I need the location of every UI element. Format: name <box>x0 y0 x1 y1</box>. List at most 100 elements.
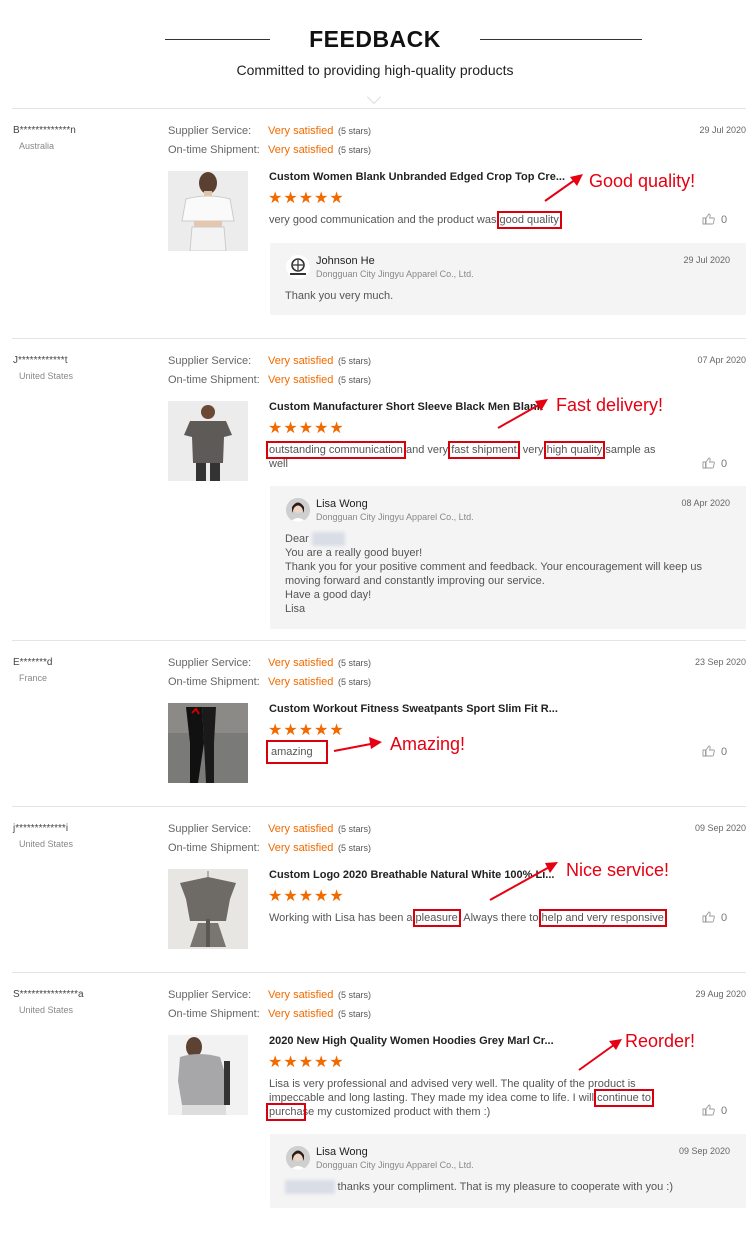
review-item: j*************i United States Supplier S… <box>0 823 750 963</box>
shipment-stars: (5 stars) <box>338 1009 372 1019</box>
buyer-country: France <box>19 673 48 683</box>
shipment-label: On-time Shipment: <box>168 1008 260 1020</box>
shipment-label: On-time Shipment: <box>168 374 260 386</box>
annotation-arrow <box>489 862 558 901</box>
reply-text: Thank you very much. <box>285 290 394 302</box>
like-count: 0 <box>721 912 728 924</box>
like-count: 0 <box>721 458 728 470</box>
reply-text: Dear xxxxxx You are a really good buyer!… <box>285 532 703 615</box>
like-button[interactable]: 0 <box>702 911 727 924</box>
supplier-service-rating: Very satisfied <box>268 125 334 137</box>
supplier-service-label: Supplier Service: <box>168 657 252 669</box>
seller-reply: Johnson He Dongguan City Jingyu Apparel … <box>270 243 746 315</box>
rating-stars: ★★★★★ <box>268 888 345 905</box>
review-comment: outstanding communication and very fast … <box>266 441 656 470</box>
buyer-country: United States <box>19 1005 74 1015</box>
like-button[interactable]: 0 <box>702 1104 727 1117</box>
thumbs-up-icon <box>702 213 715 225</box>
annotation-arrow <box>333 737 382 752</box>
review-date: 09 Sep 2020 <box>694 823 746 833</box>
like-button[interactable]: 0 <box>702 745 727 758</box>
review-date: 29 Aug 2020 <box>695 989 746 999</box>
buyer-name: J************t <box>13 355 68 366</box>
thumbs-up-icon <box>702 457 715 469</box>
review-date: 07 Apr 2020 <box>697 355 746 365</box>
reply-author: Johnson He <box>316 255 375 267</box>
redacted-name: xxxxxx <box>311 532 345 546</box>
shipment-stars: (5 stars) <box>338 375 372 385</box>
divider <box>12 640 746 641</box>
product-title-link[interactable]: Custom Workout Fitness Sweatpants Sport … <box>269 703 558 715</box>
highlight-box: help and very responsive <box>538 909 667 927</box>
reply-company: Dongguan City Jingyu Apparel Co., Ltd. <box>316 512 474 522</box>
highlight-box: high quality <box>543 441 606 459</box>
supplier-service-stars: (5 stars) <box>338 990 372 1000</box>
reply-author: Lisa Wong <box>316 498 368 510</box>
divider <box>12 108 746 109</box>
buyer-name: E*******d <box>13 657 53 668</box>
shipment-label: On-time Shipment: <box>168 676 260 688</box>
supplier-service-rating: Very satisfied <box>268 823 334 835</box>
feedback-header: FEEDBACK Committed to providing high-qua… <box>0 0 750 110</box>
supplier-service-label: Supplier Service: <box>168 125 252 137</box>
like-button[interactable]: 0 <box>702 213 727 226</box>
product-image[interactable] <box>168 401 248 481</box>
chevron-down-icon <box>366 89 382 105</box>
product-title-link[interactable]: 2020 New High Quality Women Hoodies Grey… <box>269 1035 554 1047</box>
buyer-country: United States <box>19 371 74 381</box>
annotation-label: Fast delivery! <box>556 395 664 415</box>
product-image[interactable] <box>168 869 248 949</box>
review-comment: very good communication and the product … <box>269 211 562 229</box>
shipment-rating: Very satisfied <box>268 676 334 688</box>
review-comment: Working with Lisa has been a pleasure. A… <box>269 909 667 927</box>
shipment-stars: (5 stars) <box>338 145 372 155</box>
supplier-service-rating: Very satisfied <box>268 989 334 1001</box>
rating-stars: ★★★★★ <box>268 420 345 437</box>
reply-company: Dongguan City Jingyu Apparel Co., Ltd. <box>316 1160 474 1170</box>
product-image[interactable] <box>168 703 248 783</box>
reply-date: 08 Apr 2020 <box>681 498 730 508</box>
product-image[interactable] <box>168 171 248 251</box>
supplier-service-stars: (5 stars) <box>338 658 372 668</box>
product-title-link[interactable]: Custom Women Blank Unbranded Edged Crop … <box>269 171 565 183</box>
like-button[interactable]: 0 <box>702 457 727 470</box>
divider <box>12 972 746 973</box>
shipment-rating: Very satisfied <box>268 1008 334 1020</box>
buyer-country: Australia <box>19 141 55 151</box>
supplier-service-stars: (5 stars) <box>338 356 372 366</box>
supplier-service-rating: Very satisfied <box>268 657 334 669</box>
review-item: S***************a United States Supplier… <box>0 989 750 1219</box>
review-item: E*******d France Supplier Service: Very … <box>0 657 750 797</box>
buyer-name: S***************a <box>13 989 84 1000</box>
thumbs-up-icon <box>702 911 715 923</box>
supplier-service-label: Supplier Service: <box>168 989 252 1001</box>
divider <box>12 806 746 807</box>
review-item: B*************n Australia Supplier Servi… <box>0 125 750 325</box>
shipment-stars: (5 stars) <box>338 843 372 853</box>
highlight-box: pleasure <box>412 909 461 927</box>
supplier-service-label: Supplier Service: <box>168 355 252 367</box>
annotation-label: Good quality! <box>589 171 696 191</box>
annotation-arrow <box>544 174 583 202</box>
shipment-rating: Very satisfied <box>268 144 334 156</box>
reply-company: Dongguan City Jingyu Apparel Co., Ltd. <box>316 269 474 279</box>
like-count: 0 <box>721 746 728 758</box>
avatar <box>286 1146 310 1170</box>
thumbs-up-icon <box>702 1104 715 1116</box>
annotation-label: Reorder! <box>625 1031 696 1051</box>
buyer-name: B*************n <box>13 125 76 136</box>
seller-reply: Lisa Wong Dongguan City Jingyu Apparel C… <box>270 486 746 629</box>
reply-author: Lisa Wong <box>316 1146 368 1158</box>
buyer-country: United States <box>19 839 74 849</box>
product-image[interactable] <box>168 1035 248 1115</box>
annotation-label: Amazing! <box>390 734 466 754</box>
supplier-service-label: Supplier Service: <box>168 823 252 835</box>
rating-stars: ★★★★★ <box>268 722 345 739</box>
like-count: 0 <box>721 1105 728 1117</box>
supplier-service-rating: Very satisfied <box>268 355 334 367</box>
review-comment: Lisa is very professional and advised ve… <box>266 1078 654 1121</box>
reply-date: 29 Jul 2020 <box>683 255 730 265</box>
annotation-arrow <box>497 399 548 429</box>
annotation-arrow <box>578 1039 622 1071</box>
rating-stars: ★★★★★ <box>268 1054 345 1071</box>
